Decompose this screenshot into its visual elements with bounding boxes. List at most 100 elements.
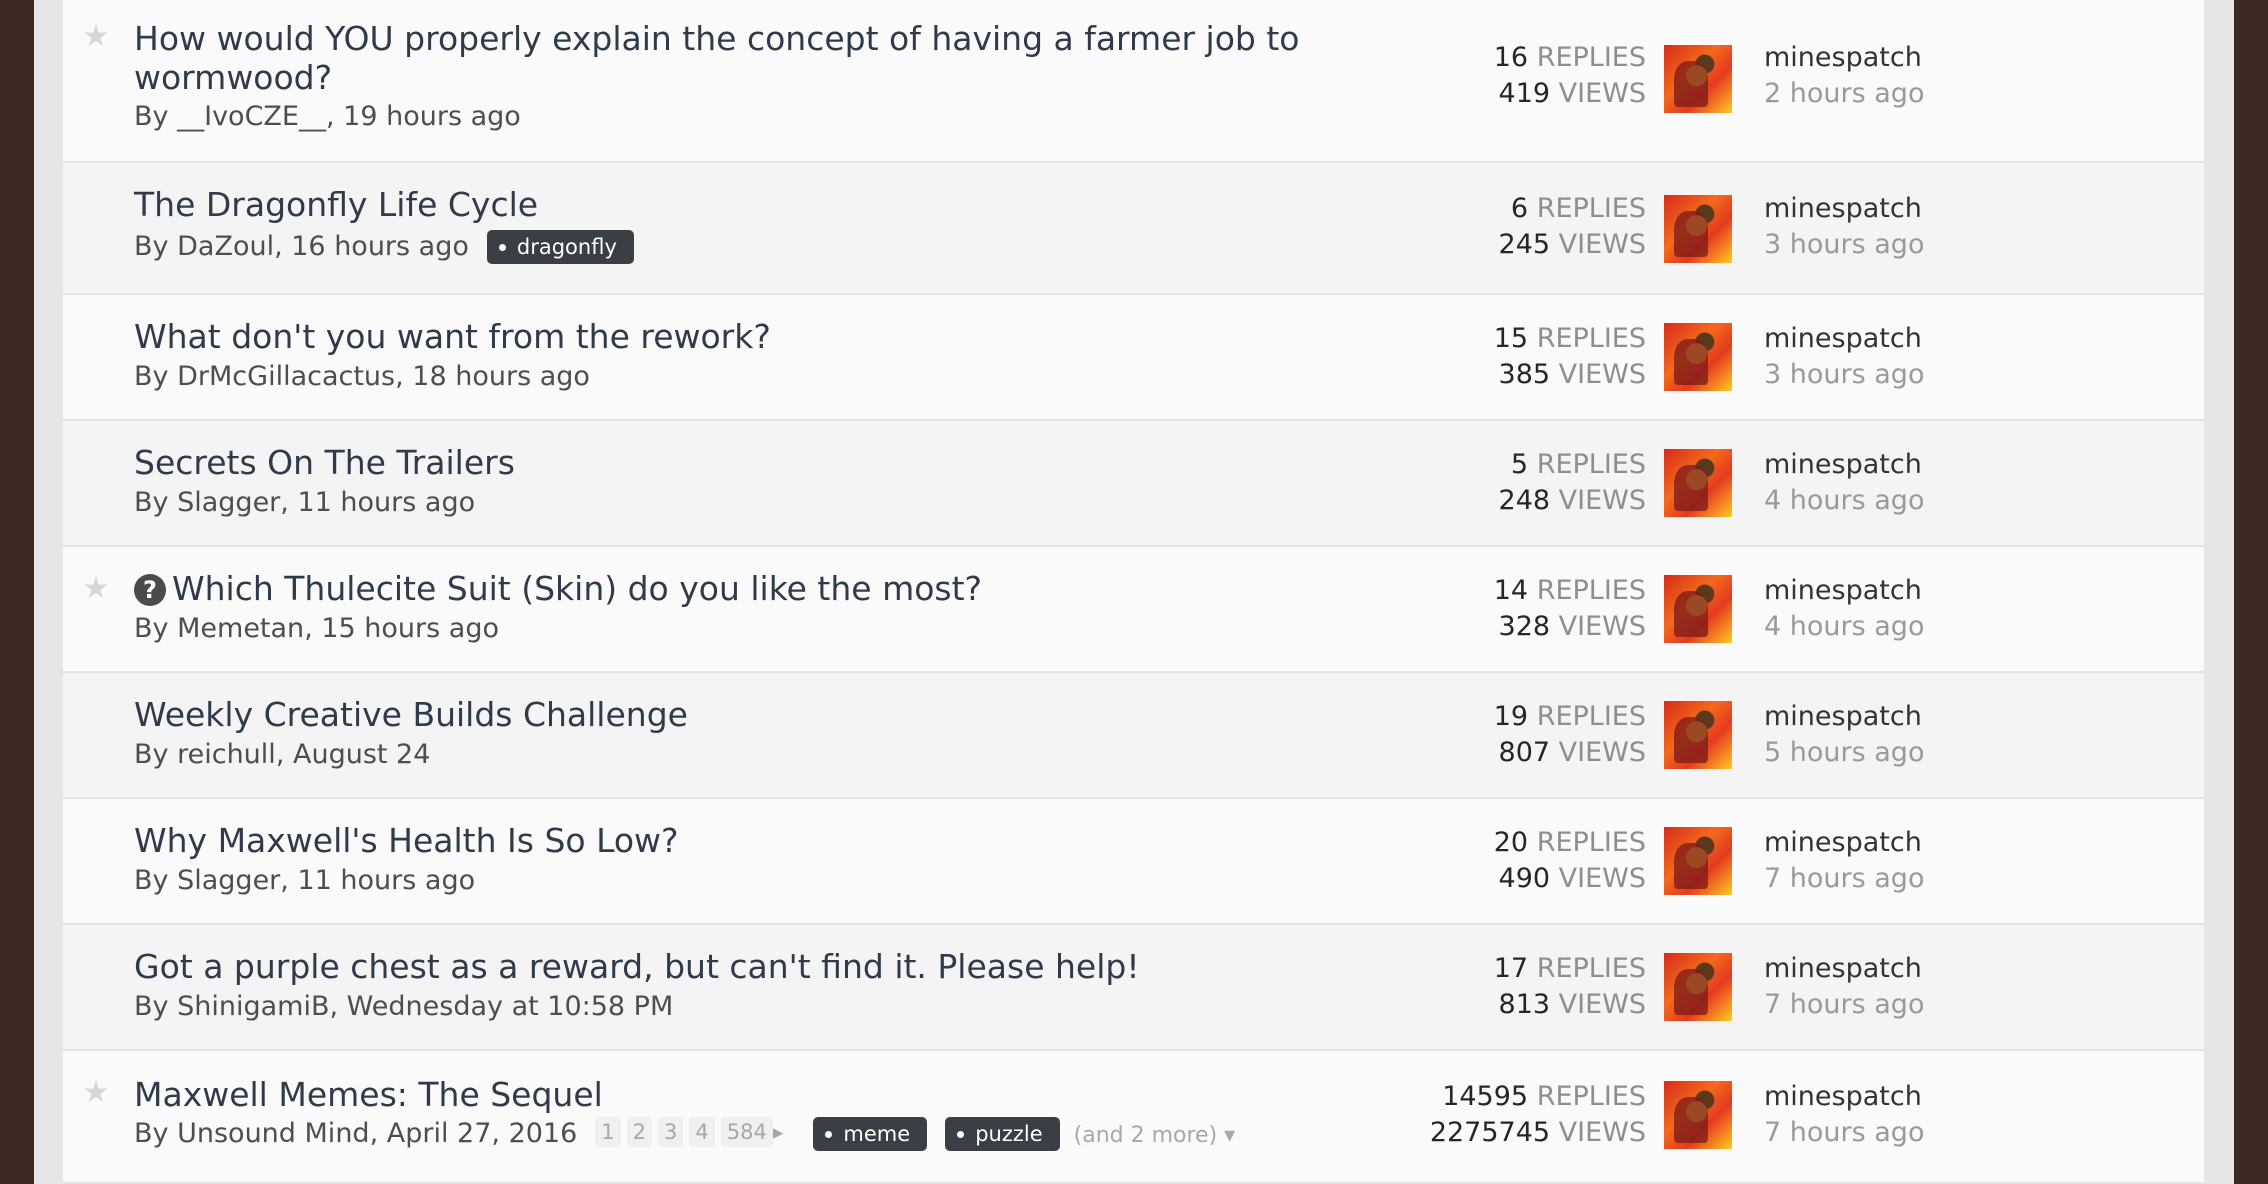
last-post-user[interactable]: minespatch [1764, 447, 1924, 483]
last-post-time[interactable]: 7 hours ago [1764, 861, 1924, 897]
topic-author[interactable]: reichull [177, 739, 276, 770]
replies-label: REPLIES [1536, 42, 1646, 73]
more-tags-link[interactable]: (and 2 more) ▾ [1074, 1123, 1236, 1148]
topic-title: Secrets On The Trailers [134, 443, 1364, 482]
last-post: minespatch 2 hours ago [1764, 40, 1924, 112]
tag-badge[interactable]: dragonfly [486, 230, 634, 264]
avatar[interactable] [1664, 575, 1732, 643]
topic-row: Secrets On The Trailers By Slagger, 11 ho… [63, 421, 2204, 547]
topic-stats: 14 REPLIES 328 VIEWS [1494, 573, 1646, 645]
last-post-user[interactable]: minespatch [1764, 573, 1924, 609]
topic-meta: By __IvoCZE__, 19 hours ago [134, 101, 521, 132]
by-label: By [134, 361, 169, 392]
avatar[interactable] [1664, 701, 1732, 769]
last-post-time[interactable]: 7 hours ago [1764, 987, 1924, 1023]
topic-title-link[interactable]: Got a purple chest as a reward, but can'… [134, 947, 1140, 986]
last-post-user[interactable]: minespatch [1764, 40, 1924, 76]
topic-meta: By Memetan, 15 hours ago [134, 613, 499, 644]
topic-author[interactable]: DrMcGillacactus [177, 361, 395, 392]
replies-count: 17 [1493, 953, 1529, 984]
topic-title-link[interactable]: How would YOU properly explain the conce… [134, 19, 1299, 97]
last-post-time[interactable]: 5 hours ago [1764, 735, 1924, 771]
last-post-user[interactable]: minespatch [1764, 951, 1924, 987]
by-label: By [134, 101, 169, 132]
topic-meta: By DrMcGillacactus, 18 hours ago [134, 361, 590, 392]
topic-title: Why Maxwell's Health Is So Low? [134, 821, 1364, 860]
last-post: minespatch 3 hours ago [1764, 321, 1924, 393]
views-stat: 385 VIEWS [1494, 357, 1646, 393]
views-stat: 813 VIEWS [1494, 987, 1646, 1023]
avatar[interactable] [1664, 827, 1732, 895]
question-icon: ? [134, 574, 166, 606]
page-link[interactable]: 3 [658, 1117, 684, 1147]
topic-author[interactable]: Slagger [177, 865, 280, 896]
tag-badge[interactable]: puzzle [945, 1117, 1060, 1151]
avatar[interactable] [1664, 323, 1732, 391]
page-link[interactable]: 1 [595, 1117, 621, 1147]
topic-author[interactable]: ShinigamiB [177, 991, 329, 1022]
topic-author[interactable]: DaZoul [177, 231, 274, 262]
topic-date: Wednesday at 10:58 PM [346, 991, 674, 1022]
replies-stat: 14 REPLIES [1494, 573, 1646, 609]
topic-title-link[interactable]: The Dragonfly Life Cycle [134, 185, 538, 224]
topic-stats: 15 REPLIES 385 VIEWS [1494, 321, 1646, 393]
page-link[interactable]: 2 [626, 1117, 653, 1147]
topic-title-link[interactable]: Weekly Creative Builds Challenge [134, 695, 688, 734]
last-post-time[interactable]: 4 hours ago [1764, 483, 1924, 519]
views-stat: 419 VIEWS [1494, 76, 1646, 112]
last-post-user[interactable]: minespatch [1764, 825, 1924, 861]
replies-label: REPLIES [1536, 953, 1646, 984]
last-post-user[interactable]: minespatch [1764, 321, 1924, 357]
replies-label: REPLIES [1536, 827, 1646, 858]
topic-title-link[interactable]: Why Maxwell's Health Is So Low? [134, 821, 679, 860]
by-label: By [134, 1118, 169, 1149]
replies-stat: 19 REPLIES [1494, 699, 1646, 735]
avatar[interactable] [1664, 953, 1732, 1021]
replies-label: REPLIES [1536, 449, 1646, 480]
star-icon[interactable]: ★ [81, 574, 111, 604]
views-stat: 328 VIEWS [1494, 609, 1646, 645]
last-post-time[interactable]: 7 hours ago [1764, 1115, 1924, 1151]
topic-title-link[interactable]: Which Thulecite Suit (Skin) do you like … [172, 569, 982, 608]
avatar[interactable] [1664, 45, 1732, 113]
replies-stat: 5 REPLIES [1499, 447, 1646, 483]
topic-meta: By Slagger, 11 hours ago [134, 865, 476, 896]
views-label: VIEWS [1558, 78, 1646, 109]
by-label: By [134, 231, 169, 262]
topic-title-link[interactable]: Secrets On The Trailers [134, 443, 515, 482]
avatar[interactable] [1664, 449, 1732, 517]
topic-row: What don't you want from the rework? By D… [63, 295, 2204, 421]
topic-title-link[interactable]: Maxwell Memes: The Sequel [134, 1075, 603, 1114]
tag-badge[interactable]: meme [813, 1117, 928, 1151]
last-post-time[interactable]: 2 hours ago [1764, 76, 1924, 112]
views-stat: 248 VIEWS [1499, 483, 1646, 519]
star-icon[interactable]: ★ [81, 22, 111, 52]
last-post-user[interactable]: minespatch [1764, 699, 1924, 735]
topic-author[interactable]: Slagger [177, 487, 280, 518]
topic-author[interactable]: Memetan [177, 613, 304, 644]
views-stat: 490 VIEWS [1494, 861, 1646, 897]
replies-stat: 20 REPLIES [1494, 825, 1646, 861]
topic-row: The Dragonfly Life Cycle By DaZoul, 16 ho… [63, 163, 2204, 295]
last-post-user[interactable]: minespatch [1764, 1079, 1924, 1115]
replies-count: 5 [1510, 449, 1529, 480]
page-link[interactable]: 4 [689, 1117, 715, 1147]
last-post-time[interactable]: 4 hours ago [1764, 609, 1924, 645]
page-link[interactable]: 584 [720, 1117, 773, 1147]
topic-author[interactable]: __IvoCZE__ [177, 101, 326, 132]
topic-row: Got a purple chest as a reward, but can'… [63, 925, 2204, 1051]
last-post-time[interactable]: 3 hours ago [1764, 227, 1924, 263]
avatar[interactable] [1664, 195, 1732, 263]
topic-author[interactable]: Unsound Mind [177, 1118, 369, 1149]
star-icon[interactable]: ★ [81, 1078, 111, 1108]
last-post-user[interactable]: minespatch [1764, 191, 1924, 227]
replies-stat: 16 REPLIES [1494, 40, 1646, 76]
topic-title-link[interactable]: What don't you want from the rework? [134, 317, 771, 356]
topic-stats: 5 REPLIES 248 VIEWS [1499, 447, 1646, 519]
topic-date: 11 hours ago [297, 487, 476, 518]
last-post: minespatch 7 hours ago [1764, 825, 1924, 897]
avatar[interactable] [1664, 1081, 1732, 1149]
last-post-time[interactable]: 3 hours ago [1764, 357, 1924, 393]
last-post: minespatch 7 hours ago [1764, 1079, 1924, 1151]
topic-date: April 27, 2016 [386, 1118, 578, 1149]
